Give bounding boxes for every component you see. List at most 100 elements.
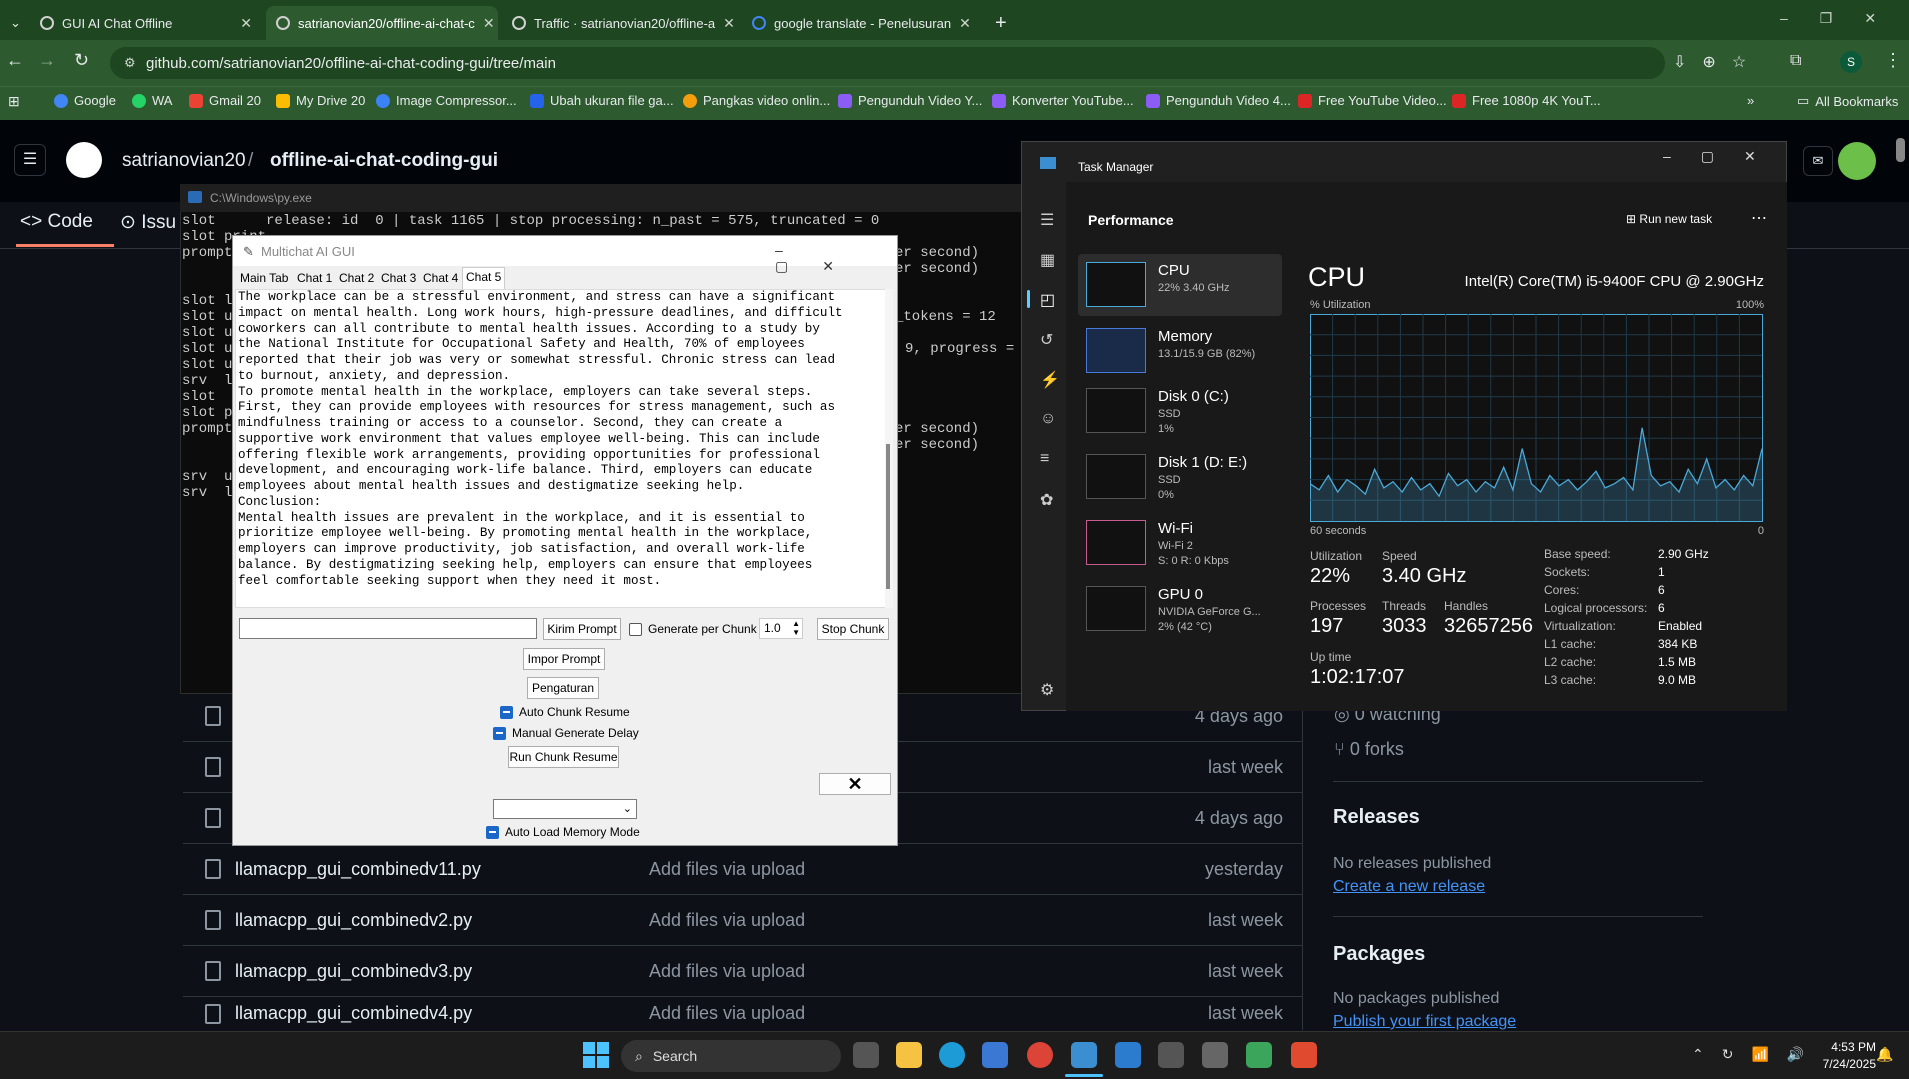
bookmark-trim-video[interactable]: Pangkas video onlin... [683,93,830,108]
task-manager-taskbar-icon[interactable] [1071,1042,1097,1068]
python-idle-icon[interactable] [1202,1042,1228,1068]
close-icon[interactable]: ✕ [723,15,734,32]
chat-scrollbar-thumb[interactable] [886,444,890,589]
extensions-icon[interactable]: ⧉ [1790,52,1801,70]
tab-chat-5[interactable]: Chat 5 [462,267,506,289]
profile-avatar[interactable]: S [1840,51,1862,73]
window-controls[interactable]: –❐✕ [1780,10,1908,27]
browser-tab-1[interactable]: GUI AI Chat Offline ✕ [30,6,262,40]
windows-start-icon[interactable] [583,1042,609,1068]
bookmark-gmail[interactable]: Gmail 20 [189,93,261,108]
task-view-icon[interactable] [853,1042,879,1068]
back-icon[interactable]: ← [6,50,24,71]
performance-icon[interactable]: ◰ [1040,290,1055,310]
repo-owner-link[interactable]: satrianovian20 [122,150,246,172]
tab-chat-2[interactable]: Chat 2 [336,269,377,289]
taskbar-search[interactable]: ⌕ Search [621,1040,841,1072]
services-icon[interactable]: ✿ [1040,490,1053,510]
table-row[interactable]: llamacpp_gui_combinedv4.py Add files via … [183,996,1303,1030]
apps-icon[interactable]: ⊞ [8,93,20,110]
generate-chunk-checkbox[interactable]: Generate per Chunk [629,622,757,636]
bookmark-converter[interactable]: Konverter YouTube... [992,93,1134,108]
chrome-icon[interactable] [1027,1042,1053,1068]
hamburger-menu-icon[interactable]: ☰ [14,144,46,176]
tab-issues[interactable]: ⊙ Issu [120,211,176,234]
chunk-stepper[interactable]: 1.0 ▲ ▼ [759,618,803,639]
bookmark-downloader-2[interactable]: Pengunduh Video 4... [1146,93,1291,108]
github-logo-icon[interactable] [66,142,102,178]
tab-chat-1[interactable]: Chat 1 [294,269,335,289]
tab-main[interactable]: Main Tab [237,269,291,289]
browser-tab-2[interactable]: satrianovian20/offline-ai-chat-c ✕ [266,6,498,40]
multichat-window[interactable]: Multichat AI GUI ✎ –▢✕ Main Tab Chat 1 C… [232,235,898,846]
bookmark-wa[interactable]: WA [132,93,172,108]
tab-chat-4[interactable]: Chat 4 [420,269,461,289]
site-info-icon[interactable]: ⚙ [124,55,136,71]
perf-item-wifi[interactable]: Wi-Fi Wi-Fi 2 S: 0 R: 0 Kbps [1078,512,1282,574]
store-icon[interactable] [982,1042,1008,1068]
create-release-link[interactable]: Create a new release [1333,878,1485,896]
prompt-input[interactable] [239,618,537,639]
window-controls[interactable]: –▢✕ [775,242,897,275]
inbox-icon[interactable]: ✉ [1803,146,1833,176]
app-history-icon[interactable]: ↺ [1040,330,1053,350]
more-options-icon[interactable]: ⋯ [1751,208,1767,228]
address-bar[interactable]: github.com/satrianovian20/offline-ai-cha… [110,47,1665,79]
python-icon[interactable] [1158,1042,1184,1068]
forward-icon[interactable]: → [38,50,56,71]
stepper-arrows-icon[interactable]: ▲ ▼ [792,619,800,637]
close-icon[interactable]: ✕ [959,15,971,32]
table-row[interactable]: llamacpp_gui_combinedv3.py Add files via … [183,945,1303,996]
repo-name-link[interactable]: offline-ai-chat-coding-gui [270,150,498,172]
close-icon[interactable]: ✕ [240,15,252,32]
bookmark-google[interactable]: Google [54,93,116,108]
address-bar-actions[interactable]: ⇩⊕☆ [1673,52,1762,72]
notepad-icon[interactable] [1115,1042,1141,1068]
perf-item-disk1[interactable]: Disk 1 (D: E:) SSD 0% [1078,446,1282,508]
perf-item-gpu[interactable]: GPU 0 NVIDIA GeForce G... 2% (42 °C) [1078,578,1282,640]
console-titlebar[interactable]: C:\Windows\py.exe [180,184,1040,212]
browser-tab-4[interactable]: google translate - Penelusuran ✕ [742,6,974,40]
chat-output[interactable]: The workplace can be a stressful environ… [235,289,891,608]
bookmark-drive[interactable]: My Drive 20 [276,93,365,108]
settings-button[interactable]: Pengaturan [527,677,599,699]
browser-tab-3[interactable]: Traffic · satrianovian20/offline-a ✕ [502,6,734,40]
close-icon[interactable]: ✕ [483,15,495,32]
reload-icon[interactable]: ↻ [74,50,89,71]
taskbar-time[interactable]: 4:53 PM [1800,1040,1876,1054]
window-controls[interactable]: –▢✕ [1663,148,1786,165]
file-explorer-icon[interactable] [896,1042,922,1068]
perf-item-disk0[interactable]: Disk 0 (C:) SSD 1% [1078,380,1282,442]
taskbar-date[interactable]: 7/24/2025 [1800,1057,1876,1071]
processes-icon[interactable]: ▦ [1040,250,1055,270]
users-icon[interactable]: ☺ [1040,410,1056,428]
notepadpp-icon[interactable] [1246,1042,1272,1068]
table-row[interactable]: llamacpp_gui_combinedv2.py Add files via … [183,894,1303,945]
all-bookmarks[interactable]: ▭ All Bookmarks [1797,93,1898,109]
run-new-task-button[interactable]: ⊞ Run new task [1626,212,1712,226]
close-icon[interactable]: ✕ [819,773,891,795]
app-icon[interactable] [1291,1042,1317,1068]
bookmark-free-youtube[interactable]: Free YouTube Video... [1298,93,1447,108]
notification-bell-icon[interactable]: 🔔 [1876,1046,1893,1063]
bookmark-free-1080p[interactable]: Free 1080p 4K YouT... [1452,93,1601,108]
run-chunk-resume-button[interactable]: Run Chunk Resume [508,746,619,768]
edge-icon[interactable] [939,1042,965,1068]
tab-search-button[interactable]: ⌄ [0,6,30,40]
perf-item-memory[interactable]: Memory 13.1/15.9 GB (82%) [1078,320,1282,382]
packages-heading[interactable]: Packages [1333,943,1425,966]
startup-icon[interactable]: ⚡ [1040,370,1060,390]
chat-scrollbar[interactable] [885,289,893,608]
bookmark-image-compressor[interactable]: Image Compressor... [376,93,517,108]
bookmark-resize[interactable]: Ubah ukuran file ga... [530,93,674,108]
perf-item-cpu[interactable]: CPU 22% 3.40 GHz [1078,254,1282,316]
stop-chunk-button[interactable]: Stop Chunk [817,618,889,640]
menu-icon[interactable]: ⋮ [1884,50,1902,71]
table-row[interactable]: llamacpp_gui_combinedv11.py Add files via… [183,843,1303,894]
bookmarks-overflow[interactable]: » [1747,93,1754,108]
auto-load-memory-checkbox[interactable]: Auto Load Memory Mode [486,825,640,839]
tab-chat-3[interactable]: Chat 3 [378,269,419,289]
hamburger-menu-icon[interactable]: ☰ [1040,210,1054,230]
import-prompt-button[interactable]: Impor Prompt [523,648,605,670]
details-icon[interactable]: ≡ [1040,450,1049,468]
